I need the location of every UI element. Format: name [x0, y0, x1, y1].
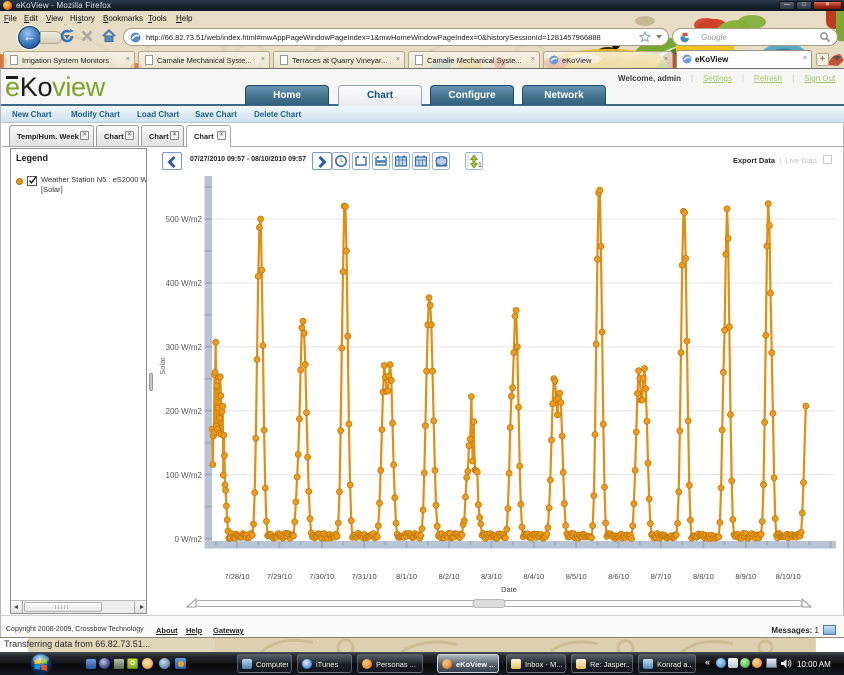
- svg-text:8/9/10: 8/9/10: [735, 572, 756, 581]
- svg-text:8/3/10: 8/3/10: [481, 572, 502, 581]
- svg-text:8/2/10: 8/2/10: [439, 572, 460, 581]
- svg-text:Solar: Solar: [158, 357, 167, 375]
- svg-text:7/30/10: 7/30/10: [309, 572, 334, 581]
- svg-text:8/6/10: 8/6/10: [608, 572, 629, 581]
- svg-text:500 W/m2: 500 W/m2: [166, 215, 203, 224]
- svg-text:8/8/10: 8/8/10: [693, 572, 714, 581]
- svg-text:300 W/m2: 300 W/m2: [166, 343, 203, 352]
- svg-text:7/31/10: 7/31/10: [352, 572, 377, 581]
- svg-text:200 W/m2: 200 W/m2: [166, 407, 203, 416]
- svg-text:100 W/m2: 100 W/m2: [166, 471, 203, 480]
- svg-text:8/7/10: 8/7/10: [651, 572, 672, 581]
- svg-text:400 W/m2: 400 W/m2: [166, 279, 203, 288]
- svg-text:Date: Date: [501, 585, 517, 594]
- svg-text:0 W/m2: 0 W/m2: [174, 535, 202, 544]
- svg-text:8/5/10: 8/5/10: [566, 572, 587, 581]
- svg-text:8/1/10: 8/1/10: [396, 572, 417, 581]
- svg-text:7/29/10: 7/29/10: [267, 572, 292, 581]
- svg-text:8/4/10: 8/4/10: [523, 572, 544, 581]
- svg-text:8/10/10: 8/10/10: [776, 572, 801, 581]
- svg-text:7/28/10: 7/28/10: [224, 572, 249, 581]
